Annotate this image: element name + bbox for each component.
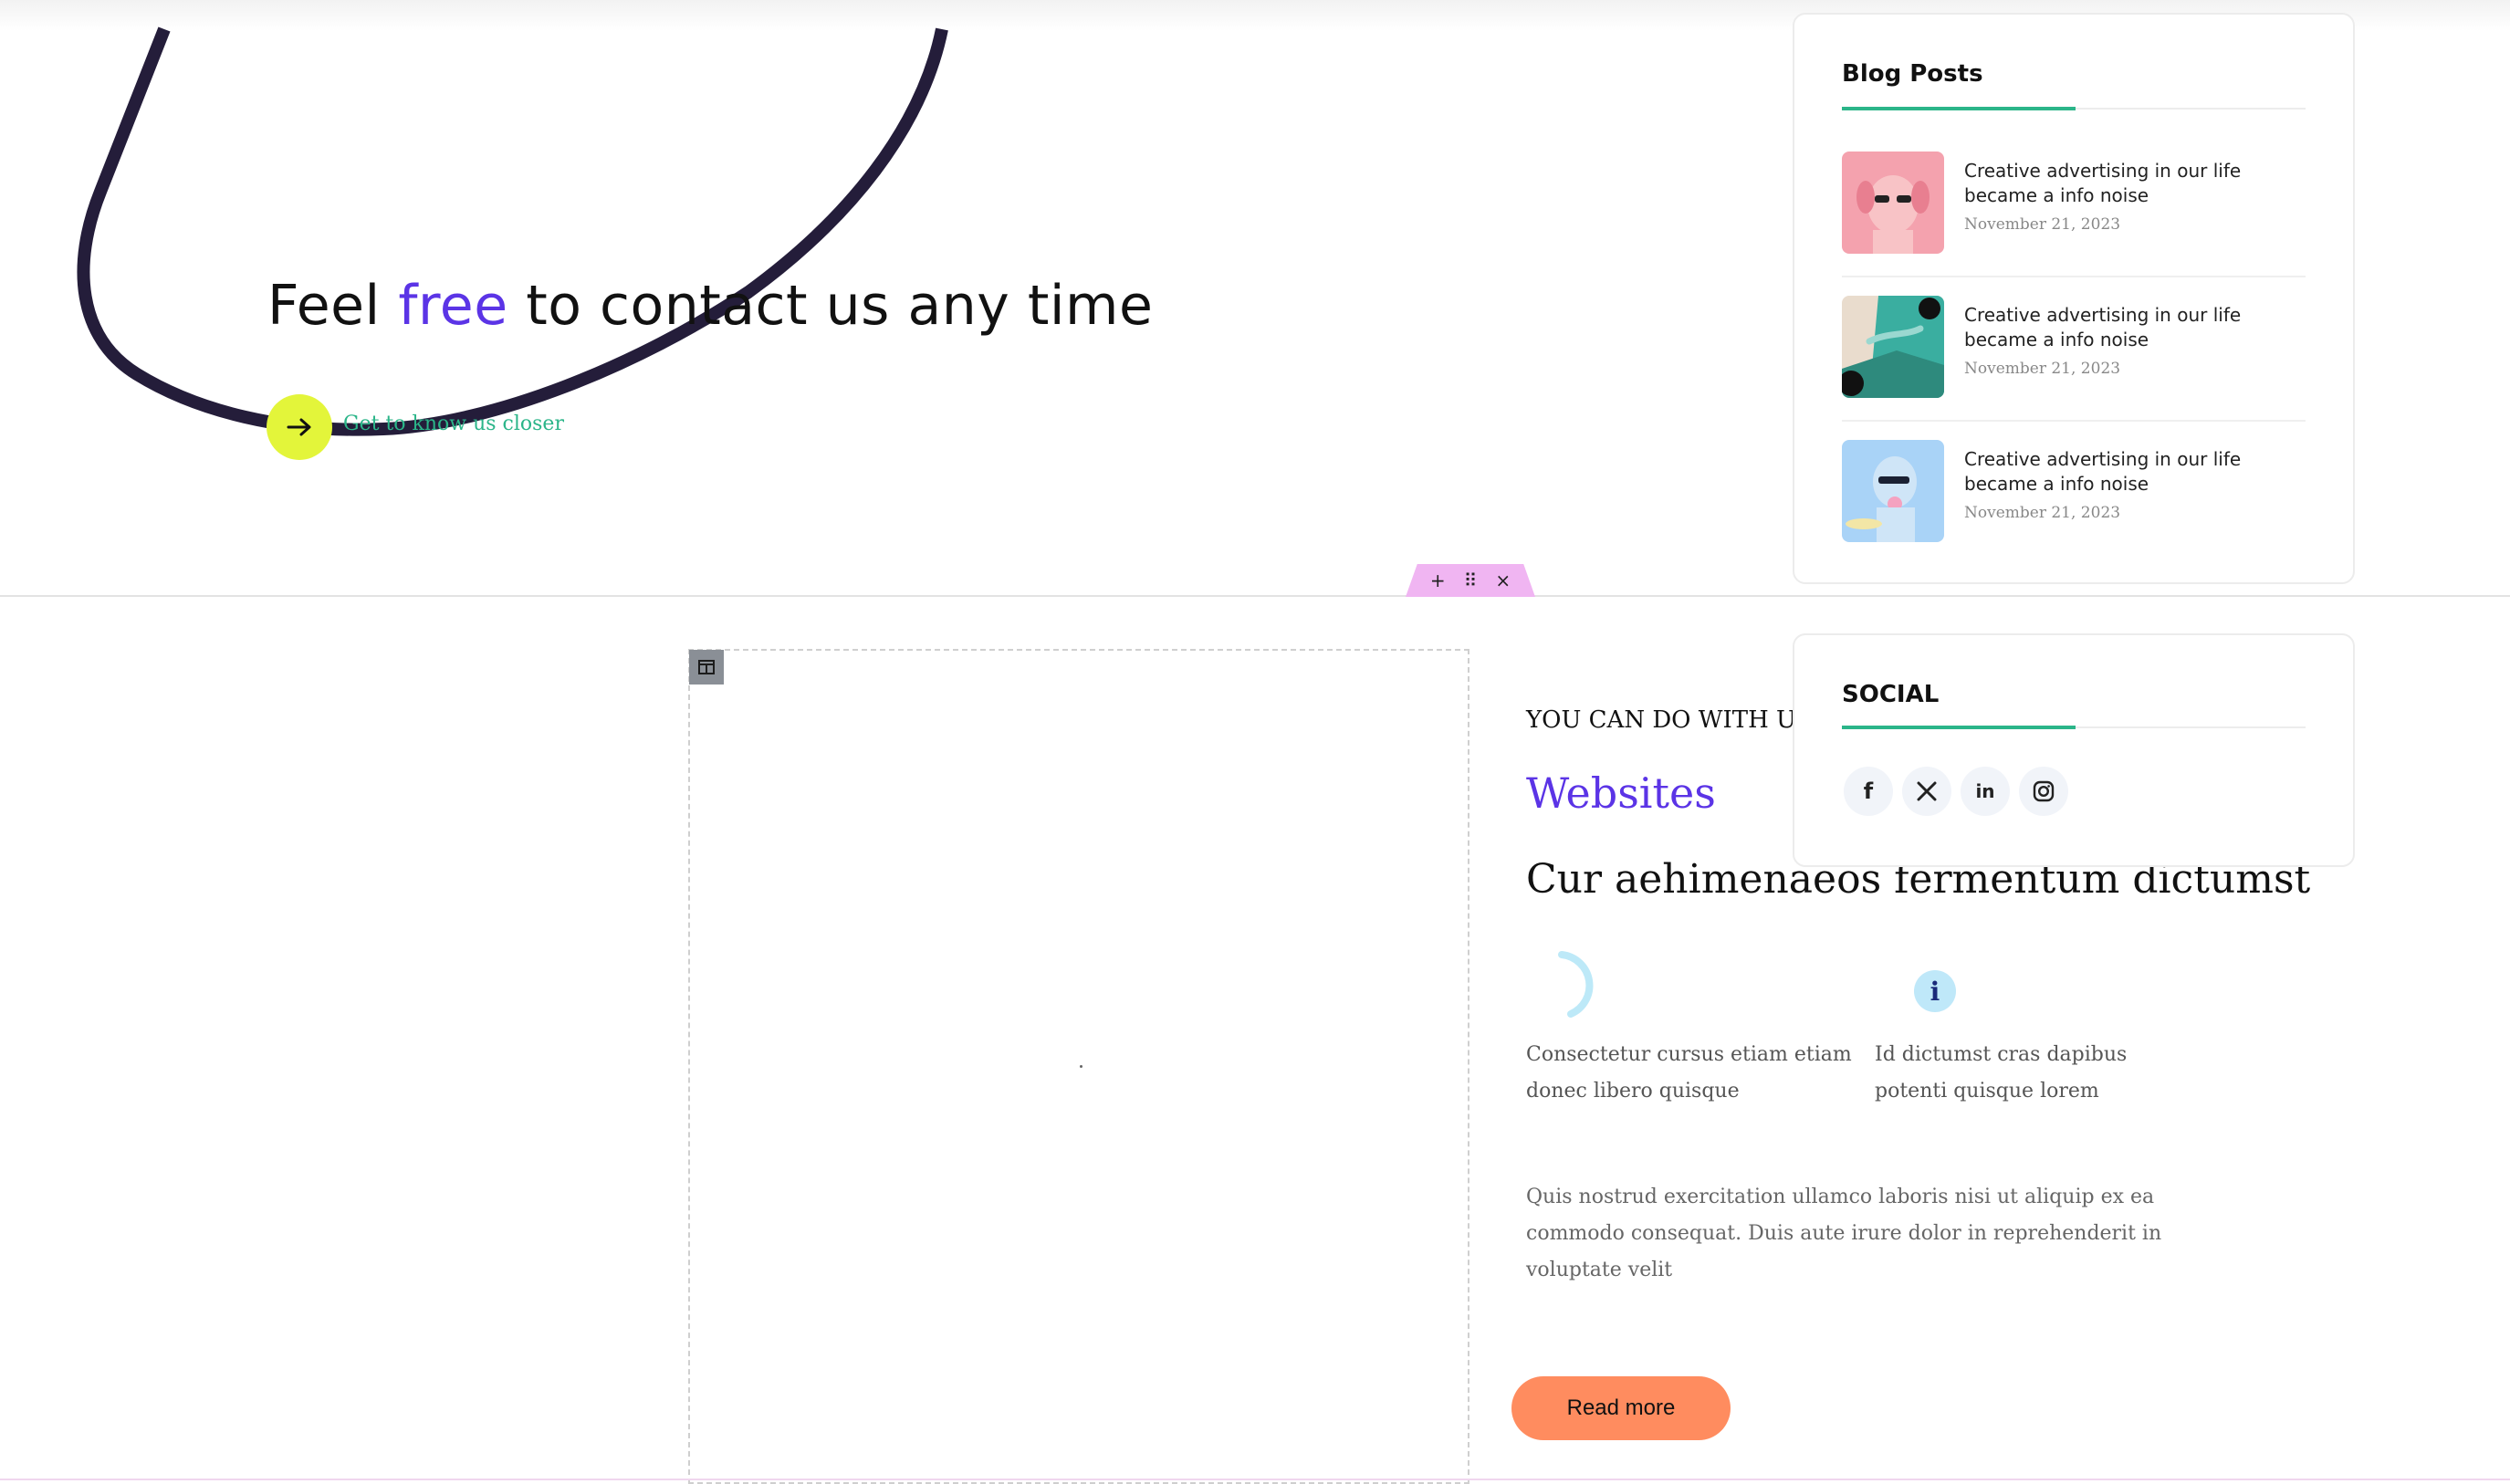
- info-icon: i: [1914, 970, 1956, 1012]
- social-title-underline: [1842, 726, 2306, 729]
- section-paragraph: Quis nostrud exercitation ullamco labori…: [1526, 1186, 2162, 1281]
- column-layout-icon: [698, 660, 715, 674]
- read-more-button[interactable]: Read more: [1511, 1376, 1731, 1440]
- post-date: November 21, 2023: [1964, 360, 2121, 378]
- blog-title-underline: [1842, 107, 2306, 110]
- social-widget: SOCIAL f in: [1793, 633, 2355, 867]
- arrow-right-icon: [287, 418, 311, 436]
- post-title[interactable]: Creative advertising in our life became …: [1964, 159, 2293, 208]
- facebook-icon: f: [1863, 779, 1874, 804]
- section-accent-title: Websites: [1526, 768, 1716, 818]
- post-thumbnail[interactable]: [1842, 296, 1944, 398]
- placeholder-dot: [1080, 1065, 1082, 1068]
- x-twitter-link[interactable]: [1902, 767, 1951, 816]
- blog-posts-widget: Blog Posts Creative advertising in our l…: [1793, 13, 2355, 584]
- blog-posts-title: Blog Posts: [1842, 60, 1983, 88]
- blog-post-item[interactable]: Creative advertising in our life became …: [1842, 296, 2306, 400]
- hero-heading-end: to contact us any time: [507, 274, 1154, 338]
- get-to-know-link[interactable]: Get to know us closer: [343, 413, 564, 435]
- x-twitter-icon: [1917, 781, 1937, 801]
- post-thumbnail[interactable]: [1842, 440, 1944, 542]
- hero-heading: Feel free to contact us any time: [267, 274, 1153, 338]
- spinner-icon: [1558, 951, 1594, 1018]
- feature-text-2: Id dictumst cras dapibus potenti quisque…: [1875, 1043, 2128, 1103]
- hero-heading-start: Feel: [267, 274, 399, 338]
- facebook-link[interactable]: f: [1844, 767, 1893, 816]
- section-eyebrow: YOU CAN DO WITH US: [1526, 706, 1813, 734]
- section-editor-handle[interactable]: + ⠿ ×: [1406, 564, 1535, 597]
- post-thumbnail[interactable]: [1842, 152, 1944, 254]
- blog-post-item[interactable]: Creative advertising in our life became …: [1842, 152, 2306, 256]
- post-date: November 21, 2023: [1964, 504, 2121, 522]
- instagram-icon: [2033, 780, 2055, 802]
- linkedin-icon: in: [1975, 780, 1995, 802]
- post-title[interactable]: Creative advertising in our life became …: [1964, 303, 2293, 352]
- post-divider: [1842, 276, 2306, 277]
- drag-section-icon[interactable]: ⠿: [1464, 571, 1478, 590]
- post-title[interactable]: Creative advertising in our life became …: [1964, 447, 2293, 496]
- hero-heading-highlight: free: [398, 274, 508, 338]
- empty-column-placeholder: [688, 649, 1469, 1484]
- instagram-link[interactable]: [2019, 767, 2068, 816]
- social-title: SOCIAL: [1842, 681, 1940, 708]
- delete-section-icon[interactable]: ×: [1495, 571, 1511, 590]
- blog-post-item[interactable]: Creative advertising in our life became …: [1842, 440, 2306, 544]
- section-divider: [0, 595, 2510, 597]
- add-section-icon[interactable]: +: [1430, 571, 1446, 590]
- post-date: November 21, 2023: [1964, 215, 2121, 234]
- hero-arrow-button[interactable]: [267, 394, 332, 460]
- feature-text-1: Consectetur cursus etiam etiam donec lib…: [1526, 1043, 1852, 1103]
- post-divider: [1842, 420, 2306, 422]
- decorative-curve: [77, 26, 948, 436]
- linkedin-link[interactable]: in: [1961, 767, 2010, 816]
- column-handle[interactable]: [689, 650, 724, 685]
